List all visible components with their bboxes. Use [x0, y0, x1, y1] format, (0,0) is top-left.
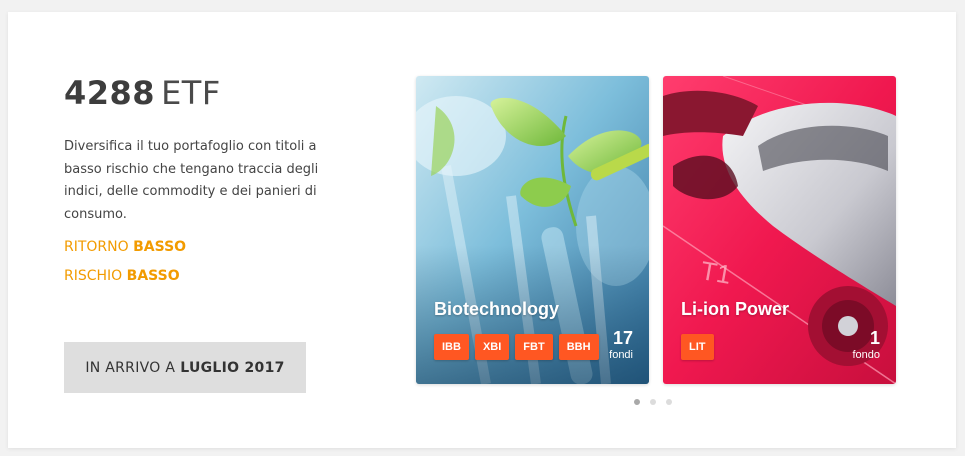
svg-text:T1: T1 [698, 255, 733, 290]
return-stat: RITORNO BASSO [64, 239, 186, 255]
fund-count: 17 fondi [609, 328, 633, 362]
etf-panel: 4288 ETF Diversifica il tuo portafoglio c… [8, 12, 956, 448]
ticker-tag[interactable]: BBH [558, 334, 599, 360]
ticker-tags: IBB XBI FBT BBH [434, 334, 599, 360]
ticker-tag[interactable]: IBB [434, 334, 469, 360]
carousel-dot[interactable] [650, 399, 656, 405]
coming-soon-date: LUGLIO 2017 [180, 359, 285, 376]
carousel-dot[interactable] [634, 399, 640, 405]
carousel-dot[interactable] [666, 399, 672, 405]
return-label: RITORNO [64, 239, 129, 255]
card-li-ion-power[interactable]: T1 Li-ion Power LIT 1 fondo [663, 76, 896, 384]
risk-stat: RISCHIO BASSO [64, 268, 180, 284]
ticker-tag[interactable]: LIT [681, 334, 714, 360]
card-title: Biotechnology [434, 299, 559, 319]
ticker-tags: LIT [681, 334, 714, 360]
risk-label: RISCHIO [64, 268, 123, 284]
return-value: BASSO [133, 239, 187, 255]
coming-soon-prefix: IN ARRIVO A [85, 359, 176, 376]
fund-count-label: fondo [852, 349, 880, 361]
description: Diversifica il tuo portafoglio con titol… [64, 139, 319, 222]
card-title: Li-ion Power [681, 299, 789, 319]
etf-unit: ETF [161, 74, 221, 112]
carousel-pagination [634, 399, 672, 405]
coming-soon-button[interactable]: IN ARRIVO A LUGLIO 2017 [64, 342, 306, 393]
fund-count-number: 1 [869, 328, 880, 348]
page-title: 4288 ETF [64, 74, 221, 112]
card-biotechnology[interactable]: Biotechnology IBB XBI FBT BBH 17 fondi [416, 76, 649, 384]
ticker-tag[interactable]: XBI [474, 334, 510, 360]
fund-count-label: fondi [609, 349, 633, 361]
ticker-tag[interactable]: FBT [515, 334, 553, 360]
fund-count: 1 fondo [852, 328, 880, 362]
risk-value: BASSO [126, 268, 180, 284]
etf-count: 4288 [64, 74, 156, 112]
fund-count-number: 17 [612, 328, 633, 348]
